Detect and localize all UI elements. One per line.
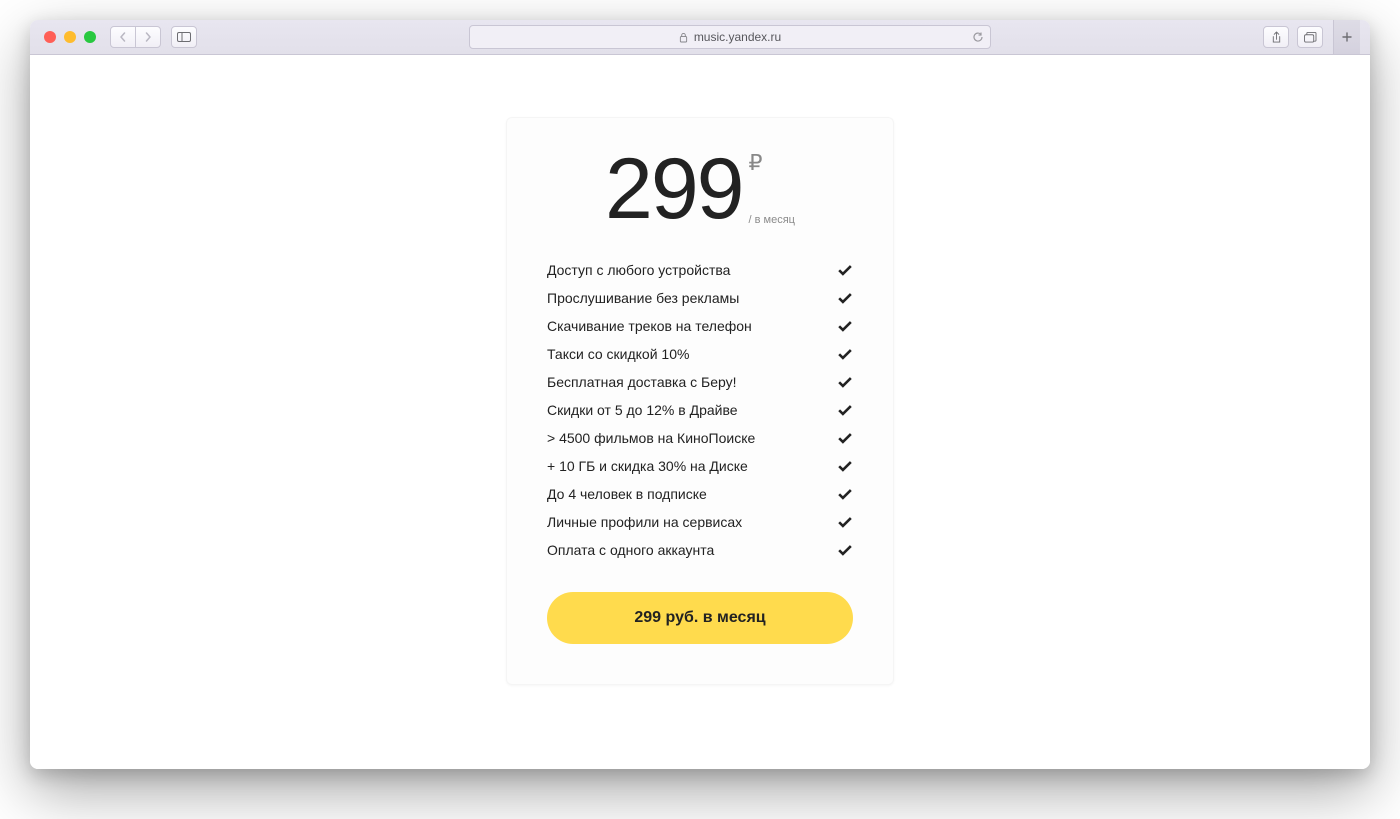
address-bar[interactable]: music.yandex.ru: [469, 25, 991, 49]
currency-symbol: ₽: [749, 152, 763, 174]
feature-text: Оплата с одного аккаунта: [547, 542, 714, 558]
feature-item: Прослушивание без рекламы: [547, 284, 853, 312]
page-content: 299 ₽ / в месяц Доступ с любого устройст…: [30, 55, 1370, 769]
subscribe-button[interactable]: 299 руб. в месяц: [547, 592, 853, 644]
nav-back-forward: [110, 26, 161, 48]
check-icon: [837, 514, 853, 530]
window-fullscreen-button[interactable]: [84, 31, 96, 43]
feature-text: До 4 человек в подписке: [547, 486, 707, 502]
url-text: music.yandex.ru: [694, 30, 781, 44]
lock-icon: [679, 32, 688, 43]
billing-period: / в месяц: [749, 214, 795, 226]
feature-item: > 4500 фильмов на КиноПоиске: [547, 424, 853, 452]
check-icon: [837, 290, 853, 306]
nav-forward-button[interactable]: [135, 26, 161, 48]
browser-window: music.yandex.ru: [30, 20, 1370, 769]
reload-button[interactable]: [972, 31, 984, 43]
feature-item: Доступ с любого устройства: [547, 256, 853, 284]
feature-item: Бесплатная доставка с Беру!: [547, 368, 853, 396]
new-tab-button[interactable]: [1333, 20, 1360, 54]
price-amount: 299: [605, 146, 743, 232]
check-icon: [837, 430, 853, 446]
check-icon: [837, 542, 853, 558]
pricing-card: 299 ₽ / в месяц Доступ с любого устройст…: [506, 117, 894, 685]
feature-text: Скачивание треков на телефон: [547, 318, 752, 334]
plus-icon: [1342, 32, 1352, 42]
feature-item: Такси со скидкой 10%: [547, 340, 853, 368]
tabs-icon: [1304, 32, 1317, 43]
check-icon: [837, 318, 853, 334]
window-minimize-button[interactable]: [64, 31, 76, 43]
check-icon: [837, 262, 853, 278]
feature-text: Скидки от 5 до 12% в Драйве: [547, 402, 738, 418]
price-header: 299 ₽ / в месяц: [547, 146, 853, 232]
reload-icon: [972, 31, 984, 43]
feature-text: > 4500 фильмов на КиноПоиске: [547, 430, 755, 446]
feature-item: + 10 ГБ и скидка 30% на Диске: [547, 452, 853, 480]
feature-item: Скачивание треков на телефон: [547, 312, 853, 340]
share-button[interactable]: [1263, 26, 1289, 48]
feature-item: Личные профили на сервисах: [547, 508, 853, 536]
sidebar-toggle-button[interactable]: [171, 26, 197, 48]
check-icon: [837, 402, 853, 418]
feature-item: Скидки от 5 до 12% в Драйве: [547, 396, 853, 424]
browser-toolbar: music.yandex.ru: [30, 20, 1370, 55]
check-icon: [837, 486, 853, 502]
check-icon: [837, 374, 853, 390]
sidebar-icon: [177, 32, 191, 42]
feature-text: Личные профили на сервисах: [547, 514, 742, 530]
window-close-button[interactable]: [44, 31, 56, 43]
show-tabs-button[interactable]: [1297, 26, 1323, 48]
check-icon: [837, 458, 853, 474]
check-icon: [837, 346, 853, 362]
feature-item: До 4 человек в подписке: [547, 480, 853, 508]
feature-text: Доступ с любого устройства: [547, 262, 730, 278]
share-icon: [1271, 31, 1282, 44]
chevron-right-icon: [143, 32, 153, 42]
window-controls: [40, 31, 100, 43]
feature-list: Доступ с любого устройства Прослушивание …: [547, 256, 853, 564]
feature-text: + 10 ГБ и скидка 30% на Диске: [547, 458, 748, 474]
feature-text: Бесплатная доставка с Беру!: [547, 374, 737, 390]
nav-back-button[interactable]: [110, 26, 136, 48]
feature-text: Прослушивание без рекламы: [547, 290, 739, 306]
chevron-left-icon: [118, 32, 128, 42]
feature-item: Оплата с одного аккаунта: [547, 536, 853, 564]
feature-text: Такси со скидкой 10%: [547, 346, 689, 362]
